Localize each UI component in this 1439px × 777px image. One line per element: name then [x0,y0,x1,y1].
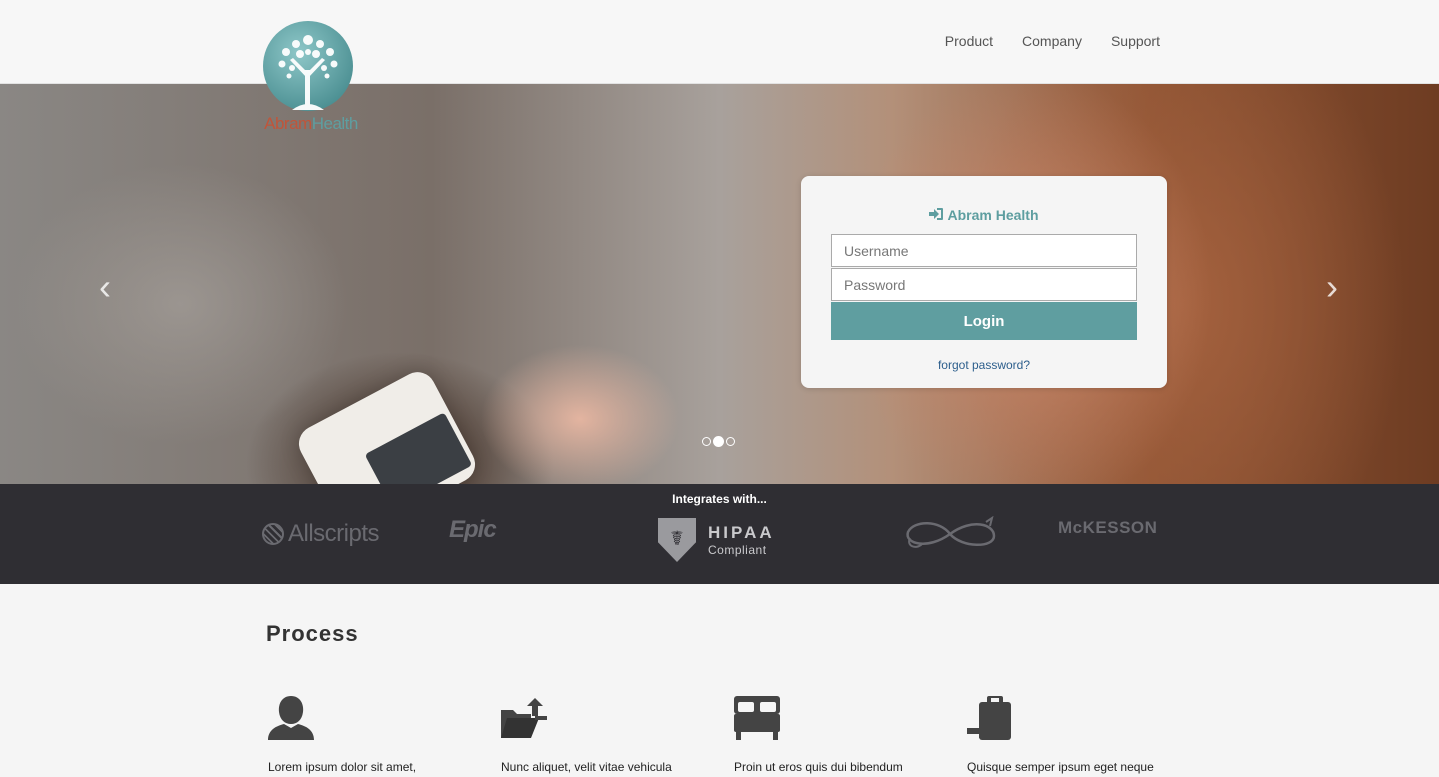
process-step-1-text: Lorem ipsum dolor sit amet, [268,760,417,774]
process-heading: Process [266,621,359,646]
process-step-2-text: Nunc aliquet, velit vitae vehicula [501,760,672,774]
username-input[interactable] [831,234,1137,267]
bed-icon [734,696,780,740]
abram-health-logo[interactable]: AbramHealth [262,18,360,134]
process-step-4-text: Quisque semper ipsum eget neque [967,760,1154,774]
epic-logo: Epic [449,516,497,543]
compliant-label: Compliant [708,543,767,557]
caduceus-shield-icon: ☤ [658,518,696,562]
carousel-dot-2[interactable] [713,436,724,447]
site-header: Product Company Support [0,0,1439,84]
logo-word-abram: Abram [264,114,312,133]
allscripts-logo: Allscripts [262,520,380,548]
process-step-4: Quisque semper ipsum eget neque [965,694,1185,774]
integrations-title: Integrates with... [672,492,767,506]
carousel-next-icon[interactable]: › [1320,269,1344,305]
carousel-dot-3[interactable] [726,437,735,446]
mckesson-logo: McKESSON [1058,518,1158,537]
password-input[interactable] [831,268,1137,301]
hipaa-label: HIPAA [708,523,775,542]
process-step-2: Nunc aliquet, velit vitae vehicula [499,694,719,774]
logo-wordmark: AbramHealth [262,114,360,134]
carousel-dot-1[interactable] [702,437,711,446]
sign-in-icon [929,207,944,223]
clipboard-enter-icon [967,696,1011,740]
tree-logo-icon [263,21,353,111]
nav-company[interactable]: Company [1022,33,1082,49]
carousel-indicators [702,436,735,447]
hero-hand-blur [480,344,680,484]
login-panel: Abram Health Login forgot password? [801,176,1167,388]
logo-word-health: Health [311,114,359,133]
login-title: Abram Health [801,207,1167,223]
forgot-password-link[interactable]: forgot password? [801,358,1167,372]
hipaa-compliant-badge: ☤ HIPAA Compliant [658,518,775,562]
nav-product[interactable]: Product [945,33,993,49]
globe-icon [262,523,284,545]
main-nav: Product Company Support [945,33,1160,49]
allscripts-label: Allscripts [288,520,380,547]
process-step-3: Proin ut eros quis dui bibendum [732,694,952,774]
process-step-3-text: Proin ut eros quis dui bibendum [734,760,903,774]
folder-transfer-icon [501,698,547,738]
carousel-prev-icon[interactable]: ‹ [93,269,117,305]
hero-carousel: ‹ › [0,84,1439,484]
login-title-text: Abram Health [947,207,1039,223]
user-icon [268,696,314,740]
infinity-logo-icon [902,515,998,552]
process-step-1: Lorem ipsum dolor sit amet, [266,694,486,774]
hero-phone-image [292,365,482,484]
login-button[interactable]: Login [831,302,1137,340]
integrations-bar: Integrates with... Allscripts Epic ☤ HIP… [0,484,1439,584]
nav-support[interactable]: Support [1111,33,1160,49]
